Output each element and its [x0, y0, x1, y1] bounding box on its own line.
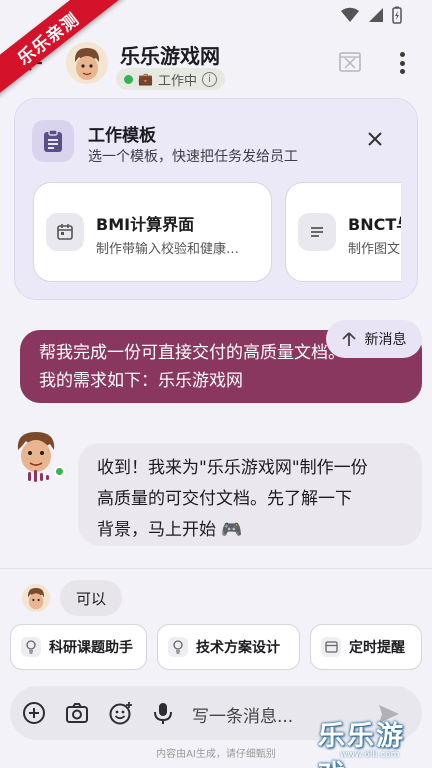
suggestion-chip-label: 定时提醒 [349, 640, 405, 656]
cartoon-avatar-icon [66, 42, 108, 84]
document-lines-icon [298, 213, 336, 251]
template-panel-title: 工作模板 [88, 126, 156, 146]
wifi-icon [341, 7, 359, 23]
new-message-button[interactable]: 新消息 [326, 320, 422, 358]
arrow-up-icon [341, 332, 356, 346]
camera-icon[interactable] [64, 700, 90, 726]
more-menu-icon[interactable] [392, 50, 412, 76]
status-bar [340, 6, 402, 24]
watermark-url: www.6lll.com [340, 750, 400, 760]
promo-ribbon: 乐乐亲测 [0, 0, 124, 102]
lightbulb-icon [21, 637, 41, 657]
lightbulb-icon [168, 637, 188, 657]
divider [0, 568, 432, 569]
suggestion-chip-label: 科研课题助手 [49, 640, 133, 656]
template-card[interactable]: BNCT与 制作图文 [285, 182, 401, 282]
bot-message-line: 高质量的可交付文档。先了解一下 [97, 489, 352, 509]
suggestion-chip-label: 技术方案设计 [196, 640, 280, 656]
briefcase-icon: 💼 [138, 72, 153, 86]
suggestion-chip[interactable]: 技术方案设计 [157, 624, 300, 670]
message-input[interactable]: 写一条消息... [192, 702, 293, 727]
microphone-icon[interactable] [150, 700, 176, 726]
battery-icon [392, 6, 402, 24]
status-label: 工作中 [157, 73, 197, 89]
template-panel-subtitle: 选一个模板，快速把任务发给员工 [88, 149, 298, 165]
emoji-icon[interactable] [108, 700, 134, 726]
suggestion-chip[interactable]: 定时提醒 [310, 624, 422, 670]
suggestion-chip[interactable]: 科研课题助手 [10, 624, 147, 670]
calendar-icon [321, 637, 341, 657]
user-message-line: 我的需求如下：乐乐游戏网 [39, 371, 243, 391]
online-dot [54, 466, 65, 477]
signal-icon [369, 8, 383, 22]
quick-reply-chip[interactable]: 可以 [60, 580, 122, 616]
avatar [22, 584, 50, 612]
page-title: 乐乐游戏网 [120, 44, 220, 68]
bot-avatar-icon[interactable] [10, 428, 62, 484]
template-card-desc: 制作带输入校验和健康… [96, 242, 240, 257]
template-card[interactable]: BMI计算界面 制作带输入校验和健康… [33, 182, 272, 282]
clipboard-icon [32, 120, 74, 162]
calendar-icon [46, 213, 84, 251]
online-dot [124, 74, 133, 84]
bot-message-line: 收到！我来为"乐乐游戏网"制作一份 [97, 458, 368, 478]
close-icon[interactable] [364, 128, 386, 150]
bot-message-line: 背景，马上开始 🎮 [97, 520, 243, 540]
cartoon-avatar-icon [22, 584, 50, 612]
info-icon[interactable]: i [201, 71, 217, 87]
avatar[interactable] [66, 42, 108, 84]
close-panel-icon[interactable] [338, 50, 362, 74]
new-message-label: 新消息 [364, 332, 407, 348]
add-icon[interactable] [21, 700, 47, 726]
template-card-title: BMI计算界面 [96, 215, 195, 234]
bot-message-bubble: 收到！我来为"乐乐游戏网"制作一份 高质量的可交付文档。先了解一下 背景，马上开… [78, 443, 422, 546]
template-card-desc: 制作图文 [348, 242, 401, 257]
template-card-title: BNCT与 [348, 215, 401, 234]
status-badge[interactable]: 💼 工作中 i [116, 68, 225, 90]
